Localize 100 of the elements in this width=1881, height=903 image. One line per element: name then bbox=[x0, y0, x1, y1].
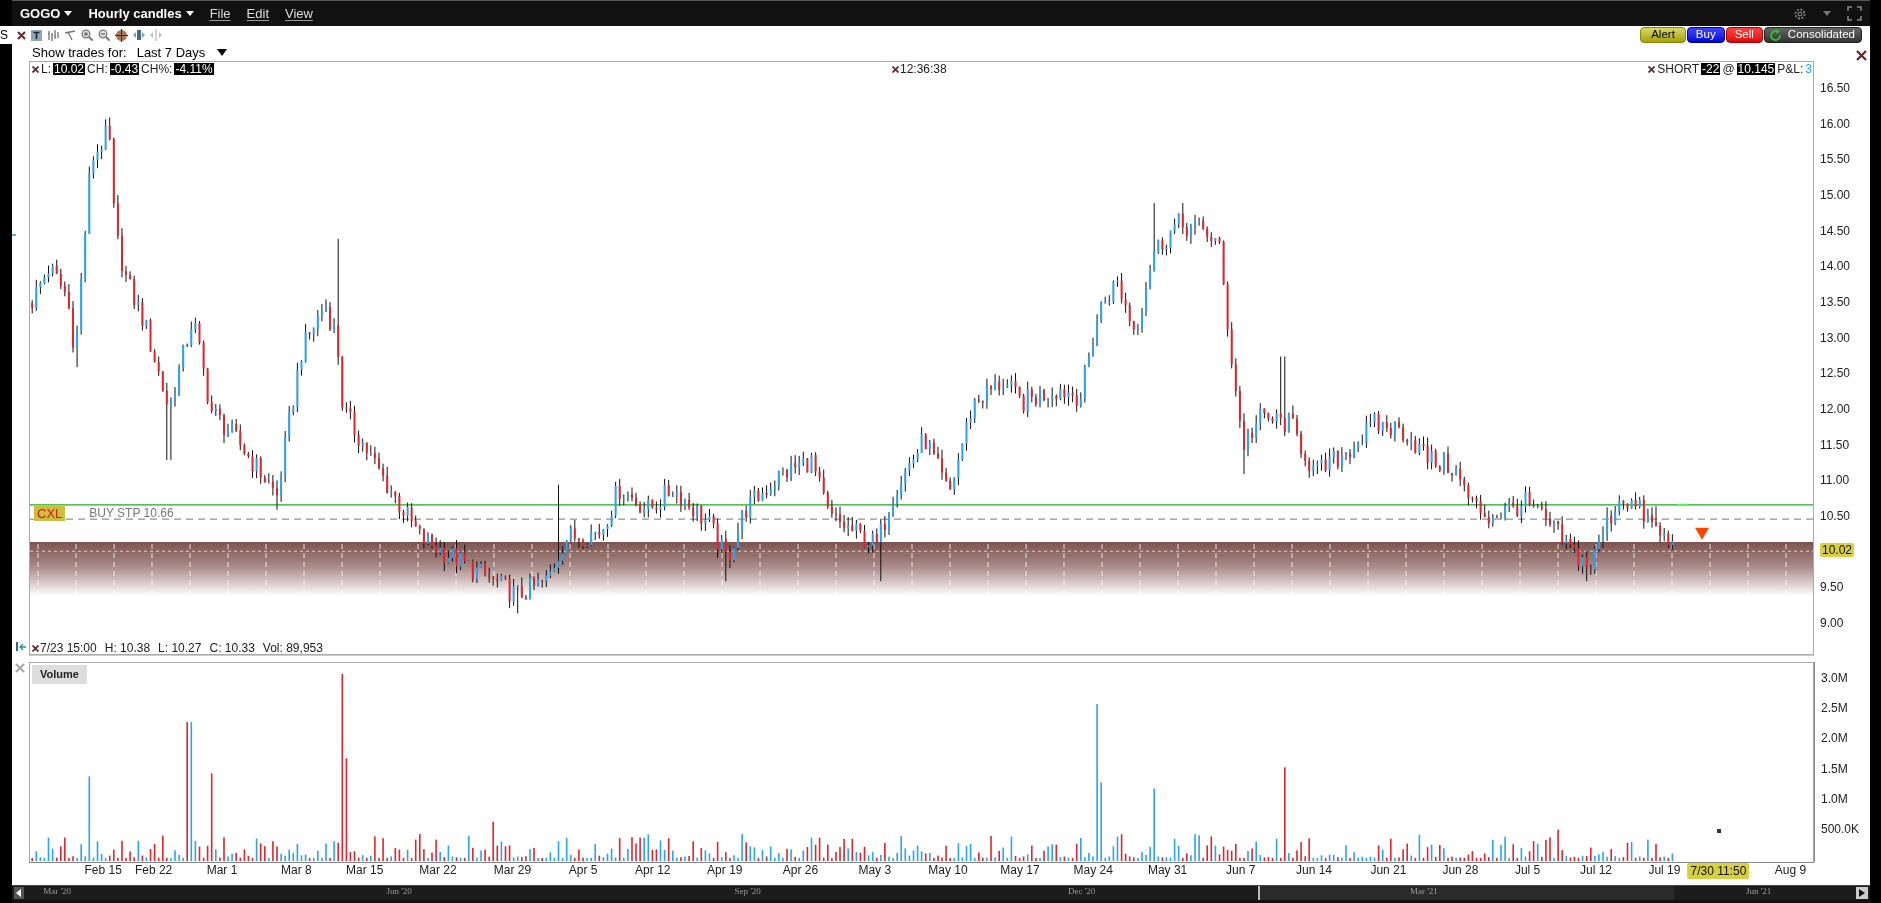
date-axis-label: May 17 bbox=[1000, 864, 1040, 876]
settings-icon[interactable] bbox=[1793, 6, 1807, 21]
alert-button[interactable]: Alert bbox=[1640, 27, 1686, 43]
volume-axis-label: 1.0M bbox=[1821, 792, 1848, 805]
pnl-label: P&L: bbox=[1777, 63, 1804, 75]
pan-icon[interactable] bbox=[133, 29, 145, 41]
volume-axis-label: 1.5M bbox=[1821, 762, 1848, 775]
date-axis-label: Mar 29 bbox=[493, 864, 532, 876]
refresh-icon bbox=[1768, 28, 1782, 42]
quote-value: -0.43 bbox=[109, 63, 140, 75]
scroll-left-icon[interactable] bbox=[14, 887, 24, 899]
date-axis-label: Mar 15 bbox=[346, 864, 384, 876]
close-icon[interactable] bbox=[17, 30, 26, 40]
date-axis-label: Apr 12 bbox=[635, 864, 671, 876]
price-axis-label: 12.00 bbox=[1820, 403, 1851, 415]
date-axis-label: Mar 22 bbox=[419, 864, 457, 876]
date-axis-label: Mar 8 bbox=[281, 864, 312, 876]
zoom-out-icon[interactable] bbox=[98, 29, 110, 41]
bar-info-text: L: 10.27 bbox=[158, 642, 202, 654]
position-price: 10.145 bbox=[1736, 63, 1776, 75]
volume-axis-label: 3.0M bbox=[1821, 672, 1848, 684]
last-price-label: 10.02 bbox=[1820, 543, 1855, 558]
symbol-dropdown[interactable]: GOGO bbox=[20, 3, 73, 24]
menu-item[interactable]: File bbox=[209, 3, 231, 24]
date-axis-label: May 31 bbox=[1147, 864, 1188, 876]
date-axis-label: Apr 26 bbox=[782, 864, 819, 876]
timeline-label: Dec '20 bbox=[1068, 887, 1096, 896]
date-axis-label: Jun 7 bbox=[1226, 864, 1256, 876]
date-axis-label: May 10 bbox=[928, 864, 968, 876]
date-axis-label: Jun 28 bbox=[1442, 864, 1479, 876]
timeline-scrollbar[interactable]: Mar '20 Jun '20 Sep '20 Dec '20 Mar '21 Jun '21 bbox=[12, 885, 1870, 900]
close-icon[interactable] bbox=[892, 65, 899, 73]
bar-info-text: Vol: 89,953 bbox=[262, 642, 323, 654]
exchange-button[interactable]: Consolidated bbox=[1763, 27, 1862, 43]
price-axis-label: 14.00 bbox=[1820, 260, 1851, 273]
price-axis-label: 12.50 bbox=[1820, 367, 1851, 380]
quote-label: CH%: bbox=[141, 63, 173, 75]
clock-time: 12:36:38 bbox=[900, 63, 947, 75]
date-axis-label: Jun 14 bbox=[1296, 864, 1332, 876]
timeline-label: Sep '20 bbox=[734, 887, 761, 896]
bar-info-text: H: 10.38 bbox=[104, 642, 151, 654]
date-axis-label: Jul 19 bbox=[1648, 864, 1681, 876]
menu-item[interactable]: View bbox=[285, 3, 313, 24]
quote-label: CH: bbox=[87, 63, 108, 75]
close-icon[interactable] bbox=[32, 65, 39, 73]
zoom-in-icon[interactable] bbox=[81, 29, 93, 41]
date-axis-label: Feb 15 bbox=[84, 864, 122, 876]
scroll-marker-icon bbox=[12, 232, 16, 238]
timeline-label: Jun '20 bbox=[386, 887, 412, 896]
close-icon[interactable] bbox=[32, 644, 39, 652]
chart-type-dropdown[interactable]: Hourly candles bbox=[88, 3, 194, 24]
date-axis-label: May 24 bbox=[1073, 864, 1113, 876]
volume-axis-label: 2.5M bbox=[1821, 702, 1848, 715]
volume-axis-label: 2.0M bbox=[1821, 732, 1848, 745]
trades-filter-label: Show trades for: bbox=[32, 43, 127, 62]
date-axis-label: Apr 5 bbox=[568, 864, 598, 876]
fill-marker-icon bbox=[1676, 503, 1689, 506]
caret-icon bbox=[64, 10, 73, 17]
timeline-label: Jun '21 bbox=[1746, 887, 1772, 896]
close-icon[interactable] bbox=[1648, 65, 1656, 73]
price-axis-label: 13.50 bbox=[1820, 296, 1851, 308]
price-axis-label: 15.00 bbox=[1820, 189, 1851, 201]
cursor-icon[interactable] bbox=[64, 29, 76, 41]
quote-value: 10.02 bbox=[53, 63, 86, 75]
date-axis-label: Apr 19 bbox=[707, 864, 743, 876]
text-tool-icon[interactable] bbox=[31, 29, 42, 41]
date-axis-label: Jun 21 bbox=[1370, 864, 1407, 876]
caret-icon bbox=[217, 48, 228, 57]
pnl-value: 3 bbox=[1805, 63, 1812, 75]
date-axis-label: Aug 9 bbox=[1774, 864, 1807, 876]
caret-icon bbox=[185, 10, 194, 17]
menu-item[interactable]: Edit bbox=[246, 3, 269, 24]
marker-icon bbox=[1717, 829, 1721, 833]
price-axis-label: 11.00 bbox=[1820, 474, 1850, 487]
date-axis-label: Jul 12 bbox=[1580, 864, 1612, 876]
timeline-label: Mar '20 bbox=[43, 887, 72, 896]
buy-button[interactable]: Buy bbox=[1686, 27, 1725, 43]
volume-pane-label: Volume bbox=[32, 665, 87, 684]
date-axis-label: Mar 1 bbox=[206, 864, 238, 876]
indicator-icon[interactable] bbox=[16, 641, 27, 652]
date-axis-label: Feb 22 bbox=[134, 864, 173, 876]
bar-chart-icon[interactable] bbox=[47, 29, 59, 41]
trades-filter-dropdown[interactable]: Last 7 Days bbox=[136, 42, 228, 63]
fullscreen-icon[interactable] bbox=[1847, 6, 1862, 21]
bar-info-text: 7/23 15:00 bbox=[40, 642, 97, 654]
price-axis-label: 16.00 bbox=[1820, 117, 1851, 130]
order-line[interactable] bbox=[30, 504, 1813, 506]
position-quantity: -22 bbox=[1701, 63, 1721, 75]
caret-icon[interactable] bbox=[1823, 10, 1831, 17]
scroll-right-icon[interactable] bbox=[1856, 887, 1868, 899]
crosshair-icon[interactable] bbox=[115, 28, 128, 42]
quote-value: -4.11% bbox=[174, 63, 214, 75]
timeline-label: Mar '21 bbox=[1410, 887, 1438, 896]
order-label: BUY STP 10.66 bbox=[89, 507, 174, 520]
scroll-thumb[interactable] bbox=[1258, 886, 1674, 900]
bar-info-text: C: 10.33 bbox=[209, 642, 255, 654]
sell-button[interactable]: Sell bbox=[1725, 27, 1763, 43]
close-icon[interactable] bbox=[1856, 50, 1867, 61]
position-side: SHORT bbox=[1657, 63, 1700, 75]
sell-marker-icon bbox=[1695, 527, 1709, 540]
